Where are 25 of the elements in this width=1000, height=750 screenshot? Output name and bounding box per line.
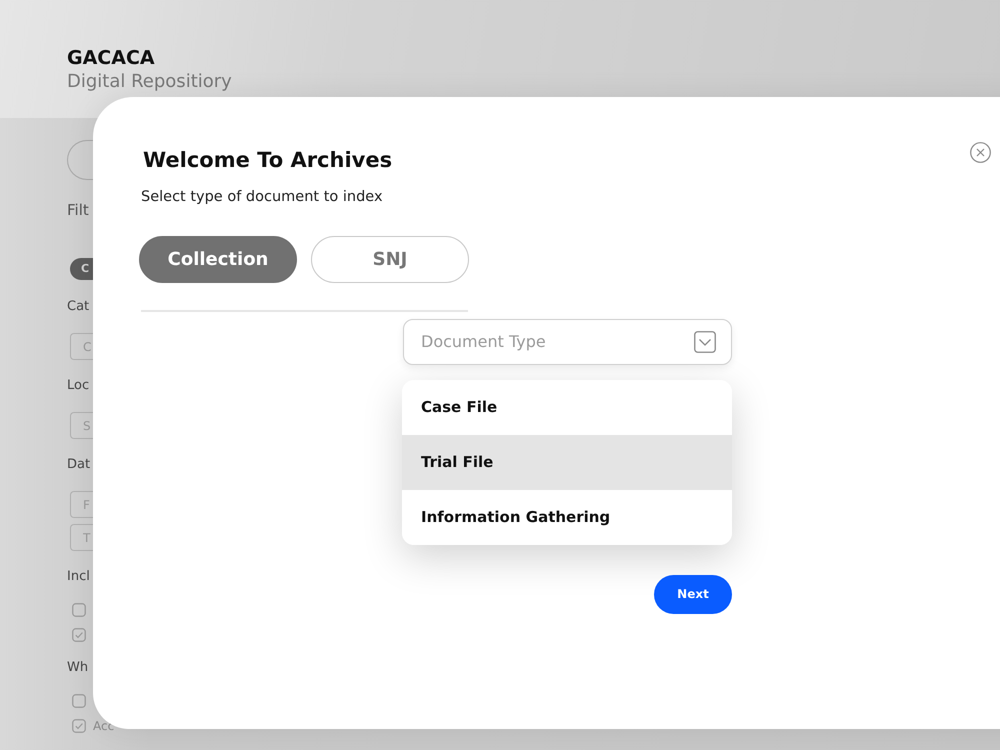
- filter-heading: Filt: [67, 201, 89, 219]
- filter-label: Wh: [67, 659, 88, 677]
- close-icon[interactable]: [970, 142, 991, 163]
- dropdown-option[interactable]: Information Gathering: [402, 490, 732, 544]
- checkbox-label: Acc: [93, 719, 114, 733]
- document-type-dropdown[interactable]: Document Type: [403, 318, 732, 364]
- chevron-down-icon[interactable]: [694, 330, 716, 352]
- checkbox[interactable]: [72, 603, 86, 617]
- filter-label: Dat: [67, 456, 90, 474]
- brand-name: GACACA: [67, 47, 155, 69]
- dropdown-option[interactable]: Trial File: [402, 434, 732, 490]
- filter-label: Cat: [67, 298, 90, 316]
- checkbox[interactable]: [72, 719, 86, 733]
- filter-chip[interactable]: C: [70, 258, 93, 280]
- tab[interactable]: SNJ: [311, 236, 469, 283]
- next-button[interactable]: Next: [654, 574, 732, 614]
- dropdown-option[interactable]: Case File: [402, 380, 732, 434]
- checkbox[interactable]: [72, 628, 86, 642]
- modal-title: Welcome To Archives: [143, 147, 392, 173]
- tab[interactable]: Collection: [139, 236, 297, 283]
- brand-subtitle: Digital Repositiory: [67, 70, 232, 94]
- filter-label: Incl: [67, 568, 90, 586]
- filter-label: Loc: [67, 377, 90, 395]
- checkbox[interactable]: [72, 694, 86, 708]
- modal-subtitle: Select type of document to index: [141, 188, 383, 207]
